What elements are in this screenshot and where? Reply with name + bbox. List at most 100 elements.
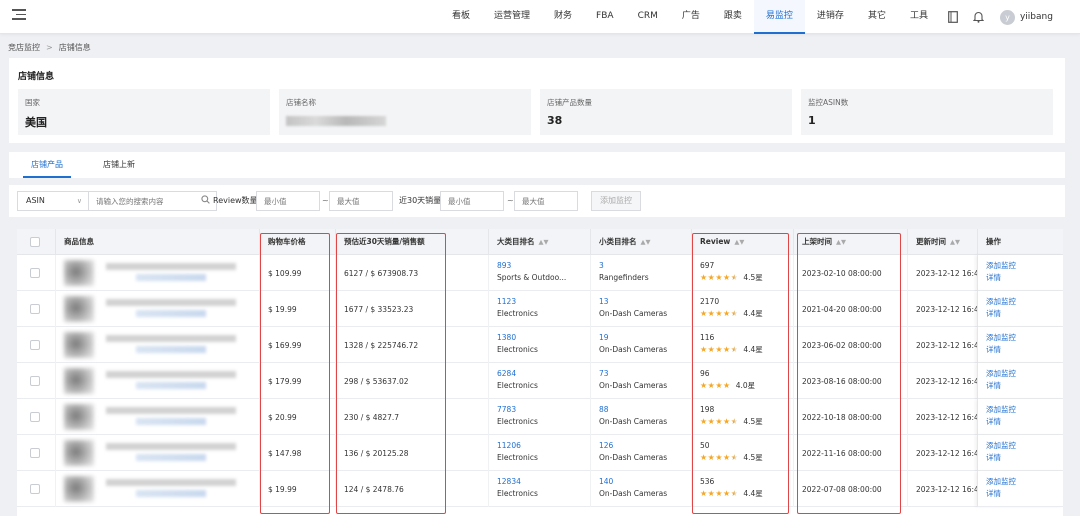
select-all-checkbox[interactable] <box>30 237 40 247</box>
chevron-down-icon: ∨ <box>76 197 82 205</box>
small-rank-link[interactable]: 3 <box>599 260 691 272</box>
nav-item-operations[interactable]: 运营管理 <box>482 0 542 34</box>
small-rank-link[interactable]: 88 <box>599 404 691 416</box>
star-full-icon: ★ <box>723 417 731 426</box>
sales-max-input[interactable] <box>514 191 578 211</box>
big-rank-link[interactable]: 7783 <box>497 404 590 416</box>
product-thumbnail[interactable] <box>64 296 94 322</box>
sales-cell: 298 / $ 53637.02 <box>335 363 488 399</box>
updated-time-cell: 2023-12-12 16:47 <box>907 471 977 507</box>
product-thumbnail[interactable] <box>64 404 94 430</box>
document-icon[interactable] <box>940 0 966 34</box>
star-rating: ★★★★★ <box>700 453 738 462</box>
row-checkbox[interactable] <box>30 304 40 314</box>
small-rank-link[interactable]: 126 <box>599 440 691 452</box>
review-cell: 536 ★★★★★ 4.4星 <box>691 471 793 507</box>
add-monitor-link[interactable]: 添加监控 <box>986 404 1063 416</box>
small-category-name: On-Dash Cameras <box>599 309 668 318</box>
detail-link[interactable]: 详情 <box>986 380 1063 392</box>
big-rank-link[interactable]: 6284 <box>497 368 590 380</box>
product-thumbnail[interactable] <box>64 368 94 394</box>
tab-shop-products[interactable]: 店铺产品 <box>23 152 71 178</box>
review-count-label: Review数量 <box>213 196 258 205</box>
add-monitor-link[interactable]: 添加监控 <box>986 368 1063 380</box>
big-rank-link[interactable]: 1123 <box>497 296 590 308</box>
detail-link[interactable]: 详情 <box>986 272 1063 284</box>
listed-time-cell: 2023-06-02 08:00:00 <box>793 327 907 363</box>
detail-link[interactable]: 详情 <box>986 452 1063 464</box>
user-menu[interactable]: y yiibang <box>992 0 1053 34</box>
small-rank-link[interactable]: 19 <box>599 332 691 344</box>
nav-item-finance[interactable]: 财务 <box>542 0 584 34</box>
info-box-shop-name: 店铺名称 <box>279 89 531 135</box>
column-header-updated-time[interactable]: 更新时间 ▲▼ <box>907 229 977 255</box>
add-monitor-button[interactable]: 添加监控 <box>591 191 641 211</box>
big-rank-link[interactable]: 11206 <box>497 440 590 452</box>
sort-icon[interactable]: ▲▼ <box>641 238 651 246</box>
column-header-review[interactable]: Review ▲▼ <box>691 229 793 255</box>
search-input[interactable] <box>89 192 199 210</box>
small-rank-cell: 3 Rangefinders <box>590 255 691 291</box>
row-checkbox[interactable] <box>30 340 40 350</box>
detail-link[interactable]: 详情 <box>986 308 1063 320</box>
search-icon[interactable] <box>201 195 210 207</box>
column-header-big-rank[interactable]: 大类目排名 ▲▼ <box>488 229 590 255</box>
detail-link[interactable]: 详情 <box>986 416 1063 428</box>
row-checkbox-cell <box>17 471 55 507</box>
nav-item-ads[interactable]: 广告 <box>670 0 712 34</box>
column-header-listed-time[interactable]: 上架时间 ▲▼ <box>793 229 907 255</box>
add-monitor-link[interactable]: 添加监控 <box>986 260 1063 272</box>
nav-item-inventory[interactable]: 进销存 <box>805 0 856 34</box>
detail-link[interactable]: 详情 <box>986 344 1063 356</box>
review-count: 50 <box>700 441 710 450</box>
sales-min-input[interactable] <box>440 191 504 211</box>
sort-icon[interactable]: ▲▼ <box>539 238 549 246</box>
product-thumbnail[interactable] <box>64 440 94 466</box>
review-max-input[interactable] <box>329 191 393 211</box>
updated-time-cell: 2023-12-12 16:46 <box>907 435 977 471</box>
shop-name-redacted <box>286 116 386 126</box>
menu-toggle-icon[interactable] <box>12 9 26 23</box>
row-checkbox[interactable] <box>30 376 40 386</box>
review-min-input[interactable] <box>256 191 320 211</box>
nav-item-crm[interactable]: CRM <box>626 0 670 34</box>
small-rank-link[interactable]: 73 <box>599 368 691 380</box>
bell-icon[interactable] <box>966 0 992 34</box>
big-rank-link[interactable]: 893 <box>497 260 590 272</box>
nav-item-other[interactable]: 其它 <box>856 0 898 34</box>
add-monitor-link[interactable]: 添加监控 <box>986 440 1063 452</box>
product-thumbnail[interactable] <box>64 260 94 286</box>
breadcrumb-item-competitor-monitor[interactable]: 竞店监控 <box>8 43 40 52</box>
nav-item-dashboard[interactable]: 看板 <box>440 0 482 34</box>
small-rank-link[interactable]: 13 <box>599 296 691 308</box>
nav-item-monitor[interactable]: 易监控 <box>753 0 805 34</box>
big-category-name: Electronics <box>497 489 538 498</box>
column-header-small-rank[interactable]: 小类目排名 ▲▼ <box>590 229 691 255</box>
product-title-redacted <box>106 407 236 427</box>
sort-icon[interactable]: ▲▼ <box>836 238 846 246</box>
row-checkbox[interactable] <box>30 484 40 494</box>
big-rank-link[interactable]: 12834 <box>497 476 590 488</box>
add-monitor-link[interactable]: 添加监控 <box>986 296 1063 308</box>
row-checkbox[interactable] <box>30 268 40 278</box>
filter-bar: ASIN ∨ Review数量 ~ 近30天销量 ~ 添加监控 <box>9 185 1065 217</box>
nav-item-fba[interactable]: FBA <box>584 0 626 34</box>
big-rank-link[interactable]: 1380 <box>497 332 590 344</box>
row-checkbox[interactable] <box>30 412 40 422</box>
product-thumbnail[interactable] <box>64 476 94 502</box>
price-cell: $ 19.99 <box>259 291 335 327</box>
nav-item-follow-sell[interactable]: 跟卖 <box>712 0 754 34</box>
small-rank-link[interactable]: 140 <box>599 476 691 488</box>
sort-icon[interactable]: ▲▼ <box>734 238 744 246</box>
actions-cell: 添加监控 详情 <box>977 435 1063 471</box>
search-type-select[interactable]: ASIN ∨ <box>17 191 89 211</box>
add-monitor-link[interactable]: 添加监控 <box>986 332 1063 344</box>
product-thumbnail[interactable] <box>64 332 94 358</box>
sort-icon[interactable]: ▲▼ <box>950 238 960 246</box>
tab-shop-new[interactable]: 店铺上新 <box>95 152 143 178</box>
row-checkbox[interactable] <box>30 448 40 458</box>
detail-link[interactable]: 详情 <box>986 488 1063 500</box>
nav-item-tools[interactable]: 工具 <box>898 0 940 34</box>
add-monitor-link[interactable]: 添加监控 <box>986 476 1063 488</box>
table-row: $ 109.99 6127 / $ 673908.73 893 Sports & Ou… <box>17 255 1063 291</box>
